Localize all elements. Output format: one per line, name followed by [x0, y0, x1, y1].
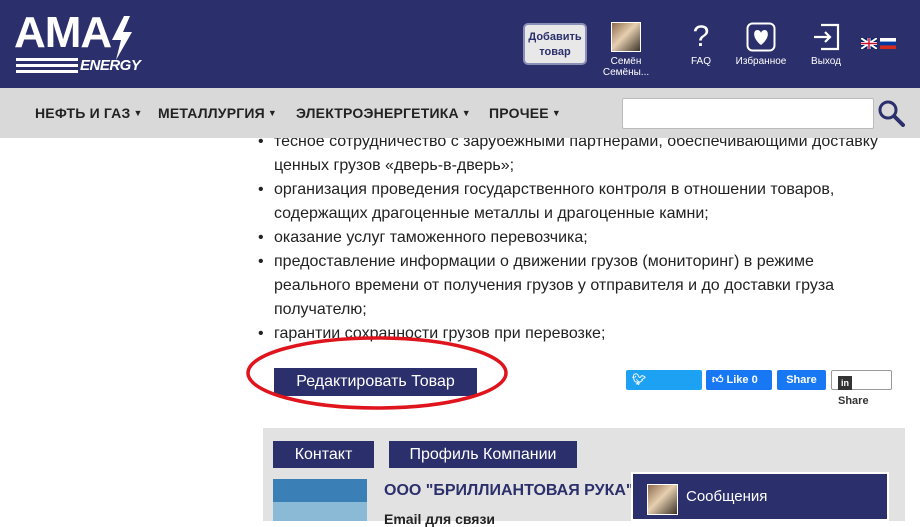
nav-other-label: ПРОЧЕЕ	[489, 105, 549, 121]
company-email-label: Email для связи	[384, 511, 496, 527]
messages-label: Сообщения	[686, 488, 768, 505]
product-description: тесное сотрудничество с зарубежными парт…	[254, 130, 904, 346]
edit-product-button[interactable]: Редактировать Товар	[274, 368, 477, 396]
list-item: предоставление информации о движении гру…	[254, 250, 904, 322]
linkedin-icon: in	[838, 376, 852, 390]
search-icon[interactable]	[877, 99, 905, 127]
facebook-share-button[interactable]: Share	[777, 370, 826, 390]
ama-energy-logo[interactable]: AMA ENERGY	[14, 8, 141, 76]
site-header: AMA ENERGY Добавить товар Семён Семёны..…	[0, 0, 920, 88]
linkedin-share-label: Share	[838, 395, 869, 407]
logo-subtitle: ENERGY	[80, 57, 141, 74]
company-logo-image[interactable]	[273, 479, 367, 521]
caret-down-icon: ▼	[461, 108, 471, 118]
en-flag-icon[interactable]	[861, 38, 877, 49]
nav-power-label: ЭЛЕКТРОЭНЕРГЕТИКА	[296, 105, 459, 121]
messages-widget[interactable]: Сообщения	[631, 472, 889, 521]
nav-metallurgy-label: МЕТАЛЛУРГИЯ	[158, 105, 265, 121]
faq-label: FAQ	[690, 56, 711, 67]
heart-icon	[746, 22, 776, 52]
messages-avatar	[647, 484, 678, 515]
thumbs-up-icon: 👍︎	[712, 374, 724, 386]
list-item-text: оказание услуг таможенного перевозчика;	[274, 229, 588, 246]
logout-icon	[814, 23, 840, 51]
twitter-share-button[interactable]: 🐦︎ Твитнуть	[626, 370, 702, 406]
faq-link[interactable]: ? FAQ	[686, 22, 716, 68]
list-item-text: ценных грузов «дверь-в-дверь»;	[274, 157, 515, 174]
list-item-text: получателю;	[274, 301, 367, 318]
tab-contact[interactable]: Контакт	[273, 441, 374, 468]
list-item-text: предоставление информации о движении гру…	[274, 253, 814, 270]
linkedin-share-button[interactable]: in Share	[831, 370, 892, 407]
company-name[interactable]: ООО "БРИЛЛИАНТОВАЯ РУКА"	[384, 482, 634, 500]
logo-text: AMA	[14, 8, 112, 57]
like-label: Like 0	[726, 374, 758, 386]
caret-down-icon: ▼	[267, 108, 278, 118]
user-profile-link[interactable]: Семён Семёны...	[590, 22, 662, 78]
list-item: оказание услуг таможенного перевозчика;	[254, 226, 904, 250]
user-name: Семён Семёны...	[602, 56, 650, 78]
add-product-button[interactable]: Добавить товар	[523, 23, 587, 65]
logout-label: Выход	[811, 56, 841, 67]
list-item-text: организация проведения государственного …	[274, 181, 835, 198]
lightning-bolt-icon	[112, 16, 132, 60]
logo-stripes	[16, 58, 78, 74]
ru-flag-icon[interactable]	[880, 38, 896, 49]
tab-company-profile[interactable]: Профиль Компании	[389, 441, 577, 468]
twitter-bird-icon: 🐦︎	[632, 374, 646, 386]
nav-oil-gas[interactable]: НЕФТЬ И ГАЗ ▼	[35, 105, 143, 121]
nav-power[interactable]: ЭЛЕКТРОЭНЕРГЕТИКА ▼	[296, 105, 471, 121]
search-input[interactable]	[622, 98, 874, 129]
facebook-like-button[interactable]: 👍︎ Like 0	[706, 370, 772, 390]
nav-oil-gas-label: НЕФТЬ И ГАЗ	[35, 105, 131, 121]
list-item-text: реального времени от получения грузов у …	[274, 277, 835, 294]
logout-link[interactable]: Выход	[806, 22, 846, 68]
list-item: гарантии сохранности грузов при перевозк…	[254, 322, 904, 346]
caret-down-icon: ▼	[133, 108, 143, 118]
category-nav: НЕФТЬ И ГАЗ ▼ МЕТАЛЛУРГИЯ ▼ ЭЛЕКТРОЭНЕРГЕТ…	[0, 88, 920, 138]
list-item: организация проведения государственного …	[254, 178, 904, 226]
nav-metallurgy[interactable]: МЕТАЛЛУРГИЯ ▼	[158, 105, 277, 121]
language-switcher	[861, 38, 899, 56]
nav-other[interactable]: ПРОЧЕЕ ▼	[489, 105, 561, 121]
favorites-link[interactable]: Избранное	[733, 22, 789, 68]
favorites-label: Избранное	[735, 56, 787, 67]
tweet-label: Твитнуть	[632, 394, 683, 406]
user-avatar	[611, 22, 641, 52]
list-item-text: содержащих драгоценные металлы и драгоце…	[274, 205, 709, 222]
question-mark-icon: ?	[692, 20, 710, 53]
list-item-text: гарантии сохранности грузов при перевозк…	[274, 325, 606, 342]
caret-down-icon: ▼	[551, 108, 561, 118]
